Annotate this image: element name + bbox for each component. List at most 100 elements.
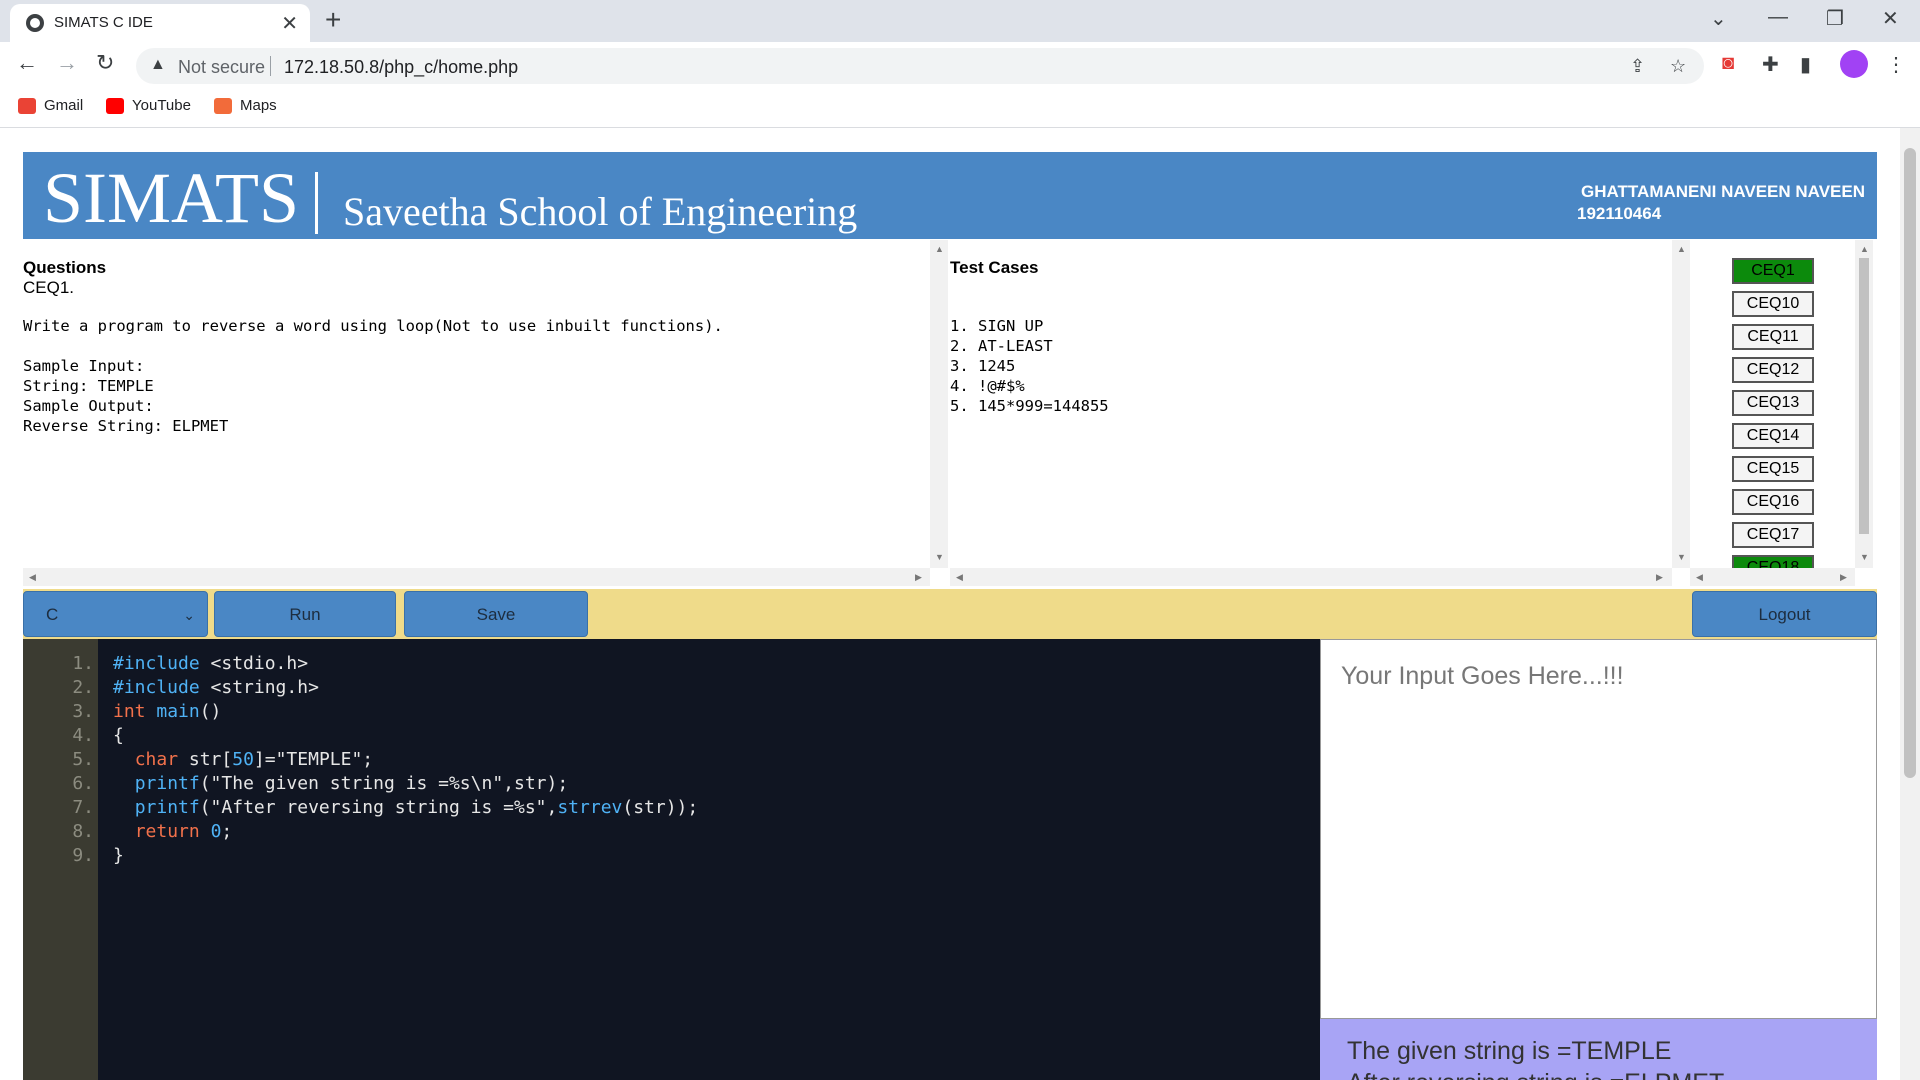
line-number: 2. xyxy=(72,677,94,698)
gmail-icon xyxy=(18,97,36,114)
browser-tab[interactable]: SIMATS C IDE ✕ xyxy=(10,4,310,42)
page-scrollbar[interactable] xyxy=(1900,128,1920,1080)
test-cases-panel: Test Cases 1. SIGN UP 2. AT-LEAST 3. 124… xyxy=(950,240,1672,568)
line-number: 9. xyxy=(72,845,94,866)
scroll-up-icon[interactable]: ▲ xyxy=(1677,244,1686,254)
simats-logo: SIMATS xyxy=(43,158,300,238)
code-line[interactable]: } xyxy=(113,844,124,868)
new-tab-button[interactable]: + xyxy=(325,4,341,36)
input-placeholder: Your Input Goes Here...!!! xyxy=(1341,662,1624,690)
scroll-left-icon[interactable]: ◀ xyxy=(29,572,36,583)
back-icon[interactable]: ← xyxy=(16,50,38,76)
scroll-right-icon[interactable]: ▶ xyxy=(915,572,922,583)
run-button[interactable]: Run xyxy=(214,591,396,637)
menu-icon[interactable]: ⋮ xyxy=(1886,52,1906,77)
output-line: After reversing string is =ELPMET xyxy=(1347,1069,1724,1080)
save-button[interactable]: Save xyxy=(404,591,588,637)
scroll-up-icon[interactable]: ▲ xyxy=(1860,244,1869,254)
warning-icon[interactable]: ▲ xyxy=(150,56,166,74)
test-cases-heading: Test Cases xyxy=(950,258,1039,277)
question-button-ceq13[interactable]: CEQ13 xyxy=(1732,390,1814,416)
school-name: Saveetha School of Engineering xyxy=(343,189,858,234)
pocket-extension-icon[interactable]: ◙ xyxy=(1722,52,1734,75)
bookmark-gmail[interactable]: Gmail xyxy=(18,97,83,114)
restore-icon[interactable]: ❐ xyxy=(1826,6,1844,31)
scroll-left-icon[interactable]: ◀ xyxy=(956,572,963,583)
address-bar[interactable]: ▲ Not secure 172.18.50.8/php_c/home.php … xyxy=(136,48,1704,84)
language-value: C xyxy=(46,605,59,624)
code-line[interactable]: char str[50]="TEMPLE"; xyxy=(113,748,373,772)
star-icon[interactable]: ☆ xyxy=(1670,56,1686,77)
user-name: GHATTAMANENI NAVEEN NAVEEN xyxy=(1581,182,1865,201)
chevron-down-icon: ⌄ xyxy=(183,607,195,623)
logout-button[interactable]: Logout xyxy=(1692,591,1877,637)
question-list-vscroll[interactable]: ▲ ▼ xyxy=(1855,240,1873,568)
question-button-ceq11[interactable]: CEQ11 xyxy=(1732,324,1814,350)
questions-heading: Questions xyxy=(23,258,107,277)
scroll-right-icon[interactable]: ▶ xyxy=(1840,572,1847,583)
scroll-down-icon[interactable]: ▼ xyxy=(1860,552,1869,562)
side-panel-icon[interactable]: ▮ xyxy=(1800,52,1811,77)
line-number: 7. xyxy=(72,797,94,818)
question-list: CEQ1 CEQ10 CEQ11 CEQ12 CEQ13 CEQ14 CEQ15… xyxy=(1690,240,1855,568)
scroll-down-icon[interactable]: ▼ xyxy=(1677,552,1686,562)
close-window-icon[interactable]: ✕ xyxy=(1882,6,1899,31)
questions-hscroll[interactable]: ◀ ▶ xyxy=(23,568,930,586)
code-line[interactable]: { xyxy=(113,724,124,748)
line-number: 5. xyxy=(72,749,94,770)
code-editor[interactable]: 1. 2. 3. 4. 5. 6. 7. 8. 9. #include <std… xyxy=(23,639,1320,1080)
scroll-up-icon[interactable]: ▲ xyxy=(935,244,944,254)
line-number: 8. xyxy=(72,821,94,842)
forward-icon[interactable]: → xyxy=(56,50,78,76)
question-button-ceq17[interactable]: CEQ17 xyxy=(1732,522,1814,548)
browser-chrome: SIMATS C IDE ✕ + ⌄ — ❐ ✕ ← → ↻ ▲ Not sec… xyxy=(0,0,1920,128)
code-line[interactable]: return 0; xyxy=(113,820,233,844)
question-button-ceq18[interactable]: CEQ18 xyxy=(1732,555,1814,568)
question-list-hscroll[interactable]: ◀ ▶ xyxy=(1690,568,1855,586)
globe-icon xyxy=(26,14,44,32)
logo-divider xyxy=(315,172,318,234)
question-id: CEQ1. xyxy=(23,278,75,297)
line-number: 1. xyxy=(72,653,94,674)
scroll-down-icon[interactable]: ▼ xyxy=(935,552,944,562)
share-icon[interactable]: ⇪ xyxy=(1630,56,1645,77)
test-cases-vscroll[interactable]: ▲ ▼ xyxy=(1672,240,1690,568)
url-text[interactable]: 172.18.50.8/php_c/home.php xyxy=(284,57,518,78)
question-button-ceq15[interactable]: CEQ15 xyxy=(1732,456,1814,482)
question-button-ceq10[interactable]: CEQ10 xyxy=(1732,291,1814,317)
bookmark-youtube[interactable]: YouTube xyxy=(106,97,191,114)
code-line[interactable]: #include <stdio.h> xyxy=(113,652,308,676)
security-label[interactable]: Not secure xyxy=(178,57,265,78)
user-id: 192110464 xyxy=(1577,204,1662,223)
question-button-ceq16[interactable]: CEQ16 xyxy=(1732,489,1814,515)
code-line[interactable]: #include <string.h> xyxy=(113,676,319,700)
scroll-left-icon[interactable]: ◀ xyxy=(1696,572,1703,583)
bookmark-maps[interactable]: Maps xyxy=(214,97,277,114)
test-cases-list: 1. SIGN UP 2. AT-LEAST 3. 1245 4. !@#$% … xyxy=(950,317,1109,415)
url-divider xyxy=(270,56,271,76)
question-button-ceq1[interactable]: CEQ1 xyxy=(1732,258,1814,284)
profile-avatar[interactable] xyxy=(1840,50,1868,78)
question-button-ceq12[interactable]: CEQ12 xyxy=(1732,357,1814,383)
output-line: The given string is =TEMPLE xyxy=(1347,1037,1672,1065)
question-button-ceq14[interactable]: CEQ14 xyxy=(1732,423,1814,449)
code-line[interactable]: printf("After reversing string is =%s",s… xyxy=(113,796,699,820)
code-line[interactable]: printf("The given string is =%s\n",str); xyxy=(113,772,569,796)
page-scrollbar-thumb[interactable] xyxy=(1904,148,1916,778)
code-line[interactable]: int main() xyxy=(113,700,221,724)
tab-search-icon[interactable]: ⌄ xyxy=(1710,6,1727,31)
close-tab-icon[interactable]: ✕ xyxy=(281,11,298,36)
input-textarea[interactable]: Your Input Goes Here...!!! xyxy=(1320,639,1877,1019)
language-select[interactable]: C ⌄ xyxy=(23,591,208,637)
test-cases-hscroll[interactable]: ◀ ▶ xyxy=(950,568,1672,586)
minimize-icon[interactable]: — xyxy=(1768,6,1788,29)
reload-icon[interactable]: ↻ xyxy=(96,50,114,76)
bookmark-label: Maps xyxy=(240,97,277,114)
extensions-icon[interactable]: ✚ xyxy=(1762,52,1779,77)
bookmark-label: YouTube xyxy=(132,97,191,114)
scroll-right-icon[interactable]: ▶ xyxy=(1656,572,1663,583)
site-header: SIMATS Saveetha School of Engineering GH… xyxy=(23,152,1877,239)
tab-title: SIMATS C IDE xyxy=(54,14,153,31)
questions-vscroll[interactable]: ▲ ▼ xyxy=(930,240,948,568)
question-list-thumb[interactable] xyxy=(1859,258,1869,534)
